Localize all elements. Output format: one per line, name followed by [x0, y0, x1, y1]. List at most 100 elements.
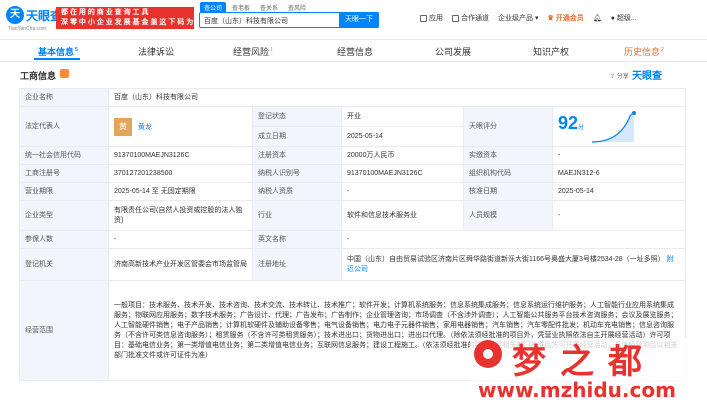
- share-button[interactable]: ⇪ 分享: [610, 71, 629, 80]
- bell-icon: 🔔︎: [592, 15, 602, 22]
- tab-basic-info[interactable]: 基本信息5: [38, 45, 78, 58]
- nav-cooperation-label: 合作通道: [461, 15, 489, 22]
- share-label: 分享: [616, 74, 629, 80]
- logo[interactable]: 天 天眼查 TianYanCha.com: [6, 6, 62, 34]
- cell-label: 英文名称: [252, 230, 342, 249]
- cell-label: 法定代表人: [19, 106, 109, 147]
- reg-status: 开业: [341, 106, 464, 127]
- nav-enterprise-products[interactable]: 企业级产品 ▾: [498, 13, 539, 23]
- company-type: 有限责任公司(自然人投资或控股的法人独资): [108, 200, 253, 231]
- score-cell: 92分: [552, 106, 686, 147]
- handshake-icon: [452, 14, 459, 22]
- nav-vip[interactable]: ♛ 开通会员: [548, 13, 584, 23]
- nav-cooperation[interactable]: 合作通道: [452, 13, 489, 23]
- nav-user[interactable]: ● 超级...: [611, 13, 637, 23]
- nav-enterprise-label: 企业级产品: [498, 15, 533, 22]
- tab-label: 基本信息: [38, 47, 75, 57]
- cell-label: 经营范围: [19, 280, 109, 381]
- cell-label: 人员规模: [463, 200, 553, 231]
- promo-line-1: 都 在 用 的 商 业 查 询 工 具: [61, 9, 149, 16]
- eye-logo-icon: 天: [6, 6, 24, 24]
- cell-label: 核准日期: [463, 182, 553, 201]
- cell-label: 参保人数: [19, 230, 109, 249]
- watermark-chars: 梦之都: [512, 342, 656, 382]
- cell-label: 纳税人识别号: [252, 164, 342, 183]
- cell-label: 工商注册号: [19, 164, 109, 183]
- promo-line-2: 深 零 中 小 企 业 发 展 基 金 盖 这 下 码 为: [61, 19, 194, 26]
- search-input[interactable]: [204, 15, 344, 26]
- tab-label: 经营风险: [233, 47, 270, 57]
- cell-label: 行业: [252, 200, 342, 231]
- approval-date: 2025-05-14: [552, 182, 686, 201]
- score-curve-icon: [591, 110, 636, 143]
- industry: 软件和信息技术服务业: [341, 200, 464, 231]
- app: 天 天眼查 TianYanCha.com 都 在 用 的 商 业 查 询 工 具…: [0, 0, 707, 408]
- crown-icon: ♛: [547, 15, 554, 22]
- english-name: -: [341, 230, 686, 249]
- grid-icon: [420, 14, 427, 22]
- taxpayer-id: 91370100MAEJN3126C: [341, 164, 464, 183]
- tab-label: 知识产权: [533, 47, 570, 57]
- section-header: 工商信息 ⇪ 分享 天眼查: [0, 62, 707, 86]
- search-box: 天眼一下: [199, 12, 379, 28]
- search-button[interactable]: 天眼一下: [339, 12, 379, 28]
- logo-sub: TianYanCha.com: [8, 26, 47, 32]
- reg-no: 370127201238500: [108, 164, 253, 183]
- nav-vip-label: 开通会员: [555, 15, 584, 22]
- cell-label: 统一社会信用代码: [19, 146, 109, 165]
- tab-count: 5: [75, 47, 78, 53]
- user-icon: ●: [610, 14, 615, 22]
- tab-label: 法律诉讼: [138, 47, 175, 57]
- section-title: 工商信息: [20, 71, 57, 81]
- score-value: 92: [558, 112, 579, 133]
- avatar: 黄: [114, 117, 132, 136]
- cell-label: 注册资本: [252, 146, 342, 165]
- tab-legal[interactable]: 法律诉讼: [138, 45, 174, 58]
- nav-user-label: 超级...: [616, 15, 637, 22]
- cell-label: 注册地址: [252, 248, 342, 281]
- business-term: 2025-05-14 至 无固定期限: [108, 182, 253, 201]
- nav-apps-label: 应用: [429, 15, 443, 22]
- tab-history[interactable]: 历史信息2: [624, 45, 664, 58]
- promo-banner[interactable]: 都 在 用 的 商 业 查 询 工 具 深 零 中 小 企 业 发 展 基 金 …: [56, 7, 194, 29]
- score-unit: 分: [578, 124, 585, 131]
- nav-apps[interactable]: 应用: [420, 13, 443, 23]
- section-tabs: 基本信息5 法律诉讼 经营风险1 经营信息 公司发展 知识产权 历史信息2: [0, 40, 707, 62]
- tab-ip[interactable]: 知识产权: [533, 45, 569, 58]
- est-date: 2025-05-14: [341, 126, 464, 147]
- cell-label: 企业类型: [19, 200, 109, 231]
- address-cell: 中国（山东）自由贸易试验区济南片区舜华路街道新泺大街1166号奥盛大厦3号楼25…: [341, 248, 686, 281]
- company-name: 百度（山东）科技有限公司: [108, 88, 686, 107]
- nav-bell[interactable]: 🔔︎: [593, 13, 602, 23]
- tab-label: 历史信息: [624, 47, 661, 57]
- tab-label: 公司发展: [435, 47, 472, 57]
- cell-label: 登记状态: [252, 106, 342, 127]
- org-code: MAEJN312-6: [552, 164, 686, 183]
- cell-label: 登记机关: [19, 248, 109, 281]
- vip-badge-icon: [60, 69, 69, 78]
- tab-count: 2: [661, 47, 664, 53]
- paid-capital: -: [552, 146, 686, 165]
- legal-rep-link[interactable]: 黄龙: [138, 123, 152, 130]
- tab-company-development[interactable]: 公司发展: [435, 45, 471, 58]
- tab-operating-info[interactable]: 经营信息: [337, 45, 373, 58]
- tab-count: 1: [270, 47, 273, 53]
- top-nav: 应用 合作通道 企业级产品 ▾ ♛ 开通会员 🔔︎ ● 超级...: [420, 13, 637, 23]
- cell-label: 天眼评分: [463, 106, 553, 147]
- brand-watermark: 天眼查: [632, 71, 662, 82]
- header: 天 天眼查 TianYanCha.com 都 在 用 的 商 业 查 询 工 具…: [0, 0, 707, 40]
- watermark-logo-icon: [474, 340, 502, 368]
- tab-operating-risk[interactable]: 经营风险1: [233, 45, 273, 58]
- tab-label: 经营信息: [337, 47, 374, 57]
- reg-address: 中国（山东）自由贸易试验区济南片区舜华路街道新泺大街1166号奥盛大厦3号楼25…: [347, 255, 665, 263]
- active-tab-indicator: [34, 58, 80, 60]
- cell-label: 成立日期: [252, 126, 342, 147]
- insured-count: -: [108, 230, 253, 249]
- reg-authority: 济南高新技术产业开发区管委会市场监管局: [108, 248, 253, 281]
- staff-size: -: [552, 200, 686, 231]
- cell-label: 实缴资本: [463, 146, 553, 165]
- chevron-down-icon: ▾: [535, 15, 539, 22]
- legal-rep-cell: 黄黄龙: [108, 106, 253, 147]
- cell-label: 组织机构代码: [463, 164, 553, 183]
- taxpayer-qualification: -: [341, 182, 464, 201]
